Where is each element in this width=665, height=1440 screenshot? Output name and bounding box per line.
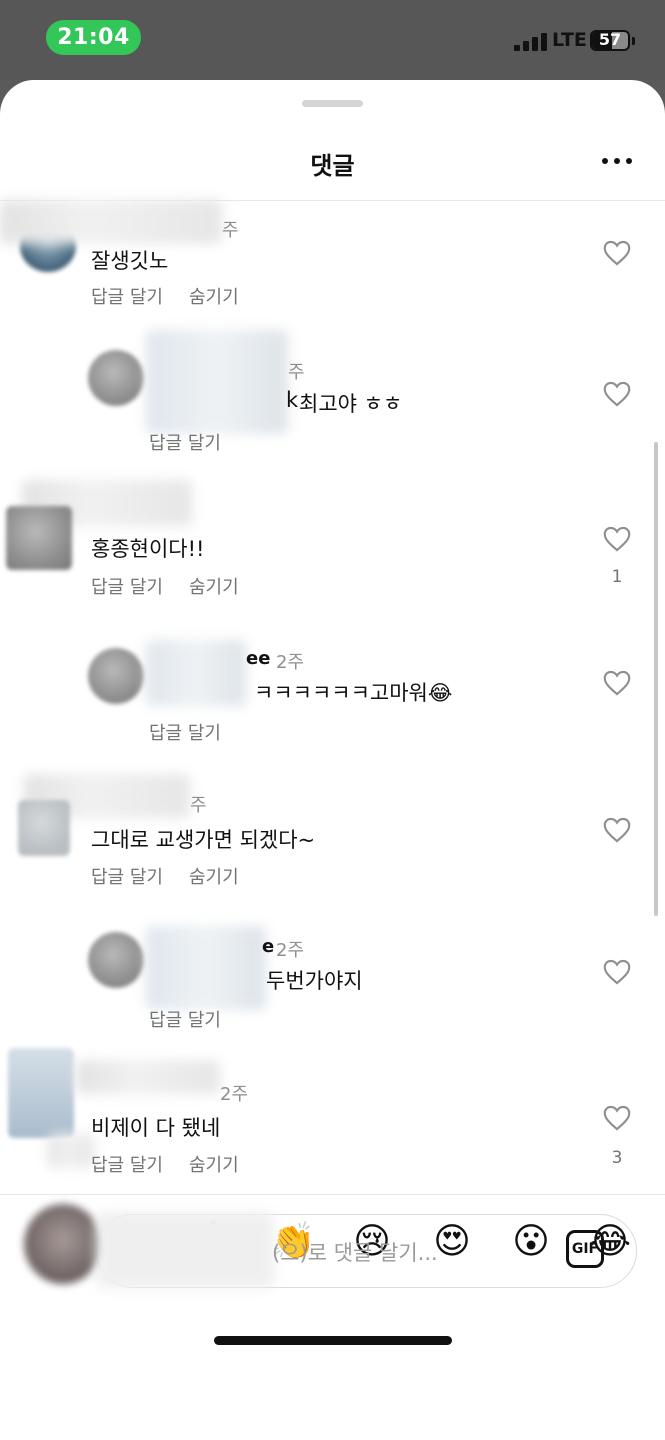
comment-text: 비제이 다 됐네 xyxy=(91,1116,221,1140)
username-blurred[interactable] xyxy=(146,330,288,434)
avatar[interactable] xyxy=(88,350,144,406)
like-heart-icon[interactable] xyxy=(603,1105,631,1131)
comment-time: 2주 xyxy=(276,652,305,673)
reply-button[interactable]: 답글 달기 xyxy=(91,287,163,308)
comment-actions: 답글 달기 xyxy=(149,1006,247,1032)
reply-item: 주 k 최고야 ㅎㅎ 답글 달기 xyxy=(0,330,665,470)
comment-actions: 답글 달기 숨기기 xyxy=(91,1151,265,1177)
like-heart-icon[interactable] xyxy=(603,670,631,696)
like-heart-icon[interactable] xyxy=(603,240,631,266)
comments-sheet: 댓글 주 잘생깃노 답글 달기 숨기기 주 k 최고야 ㅎㅎ 답글 달기 홍종현이… xyxy=(0,80,665,1440)
like-count[interactable]: 1 xyxy=(603,567,631,587)
home-indicator xyxy=(214,1336,452,1345)
comment-actions: 답글 달기 숨기기 xyxy=(91,863,265,889)
avatar[interactable] xyxy=(18,800,70,856)
reply-item: ee 2주 ㅋㅋㅋㅋㅋㅋ고마워😂 답글 달기 xyxy=(0,640,665,770)
comment-text: ㅋㅋㅋㅋㅋㅋ고마워😂 xyxy=(254,681,453,705)
like-heart-icon[interactable] xyxy=(603,959,631,985)
comment-actions: 답글 달기 숨기기 xyxy=(91,283,265,309)
comment-user-suffix[interactable]: e xyxy=(262,936,274,957)
sheet-title: 댓글 xyxy=(310,152,355,180)
reply-button[interactable]: 답글 달기 xyxy=(91,867,163,888)
comment-item: 홍종현이다!! 답글 달기 숨기기 1 xyxy=(0,480,665,620)
comment-item: 2주 비제이 다 됐네 답글 달기 숨기기 3 xyxy=(0,1048,665,1188)
status-bar: 21:04 LTE 57 xyxy=(0,0,665,80)
comment-text: 최고야 ㅎㅎ xyxy=(299,392,403,416)
comment-text: 그대로 교생가면 되겠다~ xyxy=(91,828,316,852)
avatar[interactable] xyxy=(88,932,144,988)
status-time: 21:04 xyxy=(46,20,141,55)
username-blurred[interactable] xyxy=(146,926,266,1010)
comment-text: 두번가야지 xyxy=(266,969,363,993)
like-heart-icon[interactable] xyxy=(603,526,631,552)
comment-time: 2주 xyxy=(276,940,305,961)
like-heart-icon[interactable] xyxy=(603,381,631,407)
username-blurred[interactable] xyxy=(0,200,222,244)
comment-text: 잘생깃노 xyxy=(91,249,169,273)
comment-input-placeholder[interactable]: (으)로 댓글 달기... xyxy=(272,1237,438,1267)
comment-actions: 답글 달기 숨기기 xyxy=(91,573,265,599)
comment-text-prefix: k xyxy=(286,388,299,412)
battery-level: 57 xyxy=(598,30,622,49)
hide-button[interactable]: 숨기기 xyxy=(189,287,239,308)
composer-divider xyxy=(0,1194,665,1195)
comment-time: 주 xyxy=(190,795,207,816)
comment-text: 홍종현이다!! xyxy=(91,537,205,561)
cellular-signal-icon xyxy=(514,33,548,51)
battery-icon: 57 xyxy=(590,30,630,51)
username-blurred[interactable] xyxy=(146,640,246,706)
comment-actions: 답글 달기 xyxy=(149,719,247,745)
sheet-drag-handle[interactable] xyxy=(302,100,363,107)
reply-button[interactable]: 답글 달기 xyxy=(91,1155,163,1176)
my-avatar xyxy=(24,1204,102,1284)
avatar-overlay-blurred xyxy=(48,1134,94,1168)
avatar[interactable] xyxy=(88,648,144,704)
reply-button[interactable]: 답글 달기 xyxy=(149,433,221,454)
hide-button[interactable]: 숨기기 xyxy=(189,1155,239,1176)
hide-button[interactable]: 숨기기 xyxy=(189,867,239,888)
hide-button[interactable]: 숨기기 xyxy=(189,577,239,598)
more-options-icon[interactable] xyxy=(600,158,634,166)
comment-item: 주 잘생깃노 답글 달기 숨기기 xyxy=(0,200,665,330)
comment-time: 주 xyxy=(288,362,305,383)
username-blurred xyxy=(96,1212,274,1288)
comment-time: 주 xyxy=(222,220,239,241)
avatar[interactable] xyxy=(6,506,72,570)
battery-tip xyxy=(632,37,635,45)
comment-time: 2주 xyxy=(220,1084,249,1105)
reply-button[interactable]: 답글 달기 xyxy=(91,577,163,598)
username-blurred[interactable] xyxy=(76,1060,220,1094)
reply-button[interactable]: 답글 달기 xyxy=(149,723,221,744)
gif-button[interactable]: GIF xyxy=(566,1230,604,1268)
avatar[interactable] xyxy=(8,1048,74,1138)
reply-button[interactable]: 답글 달기 xyxy=(149,1010,221,1031)
like-count[interactable]: 3 xyxy=(603,1148,631,1168)
like-heart-icon[interactable] xyxy=(603,817,631,843)
comment-actions: 답글 달기 xyxy=(149,429,247,455)
reply-item: e 2주 두번가야지 답글 달기 xyxy=(0,926,665,1056)
comment-user-suffix[interactable]: ee xyxy=(246,648,270,669)
network-type: LTE xyxy=(552,29,587,51)
comment-item: 주 그대로 교생가면 되겠다~ 답글 달기 숨기기 xyxy=(0,774,665,904)
